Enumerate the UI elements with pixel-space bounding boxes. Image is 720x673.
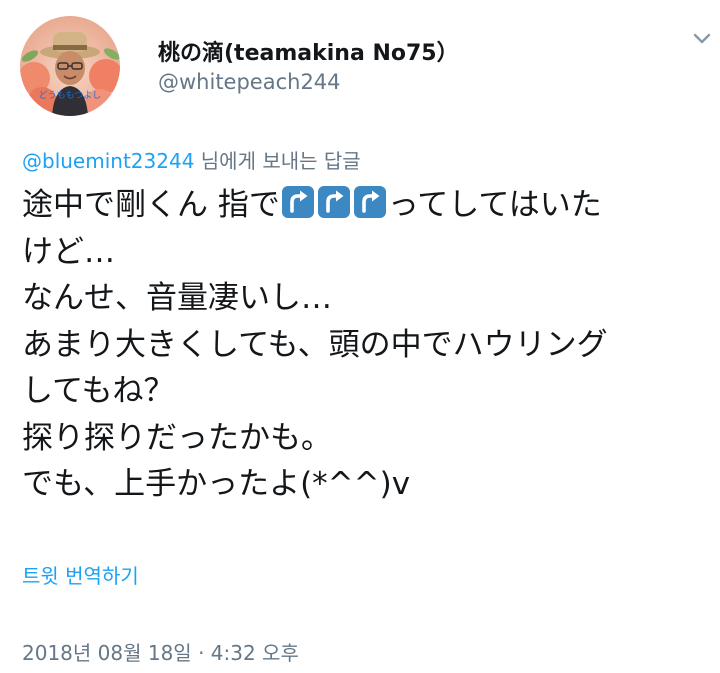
author-display-name[interactable]: 桃の滴(teamakina No75） xyxy=(158,35,459,67)
up-right-arrow-emoji xyxy=(353,185,387,219)
tweet-line-1: 途中で剛くん 指で ってしてはいた xyxy=(22,182,712,229)
tweet-timestamp[interactable]: 2018년 08월 18일 · 4:32 오후 xyxy=(22,637,299,666)
tweet-line-3: なんせ、音量凄いし… xyxy=(22,280,332,316)
svg-text:どうももつよし: どうももつよし xyxy=(39,90,102,101)
tweet-line-7: でも、上手かったよ(*^^)v xyxy=(22,466,411,502)
reply-suffix: 님에게 보내는 답글 xyxy=(194,149,361,173)
translate-tweet-link[interactable]: 트윗 번역하기 xyxy=(22,560,139,589)
tweet-line-1-start: 途中で剛くん 指で xyxy=(22,187,280,223)
tweet-line-4: あまり大きくしても、頭の中でハウリング xyxy=(22,326,608,363)
tweet-line-1-end: ってしてはいた xyxy=(387,187,602,223)
up-right-arrow-emoji xyxy=(281,185,315,219)
chevron-down-icon[interactable] xyxy=(690,26,714,50)
reply-context: @bluemint23244 님에게 보내는 답글 xyxy=(22,145,361,174)
tweet-line-2: けど… xyxy=(22,233,115,270)
avatar[interactable]: どうももつよし xyxy=(20,16,120,116)
up-right-arrow-emoji xyxy=(317,185,351,219)
tweet-line-5: してもね？ xyxy=(22,373,175,409)
tweet-text: 途中で剛くん 指で ってしてはいた けど… なんせ、音量凄いし… あまり大きくして… xyxy=(22,182,712,508)
author-handle[interactable]: @whitepeach244 xyxy=(158,70,341,94)
tweet: どうももつよし 桃の滴(teamakina No75） @whitepeach2… xyxy=(0,0,720,673)
avatar-image: どうももつよし xyxy=(20,16,120,116)
reply-mention-link[interactable]: @bluemint23244 xyxy=(22,149,194,173)
tweet-line-6: 探り探りだったかも。 xyxy=(22,419,332,456)
